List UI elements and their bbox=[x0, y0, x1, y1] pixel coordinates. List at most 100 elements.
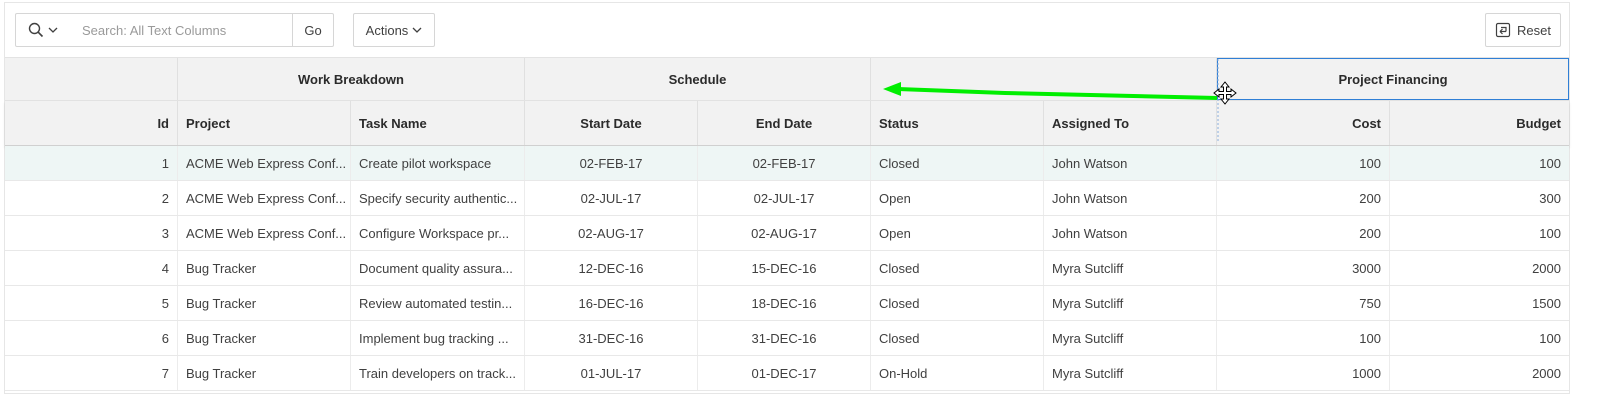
column-header-row: Id Project Task Name Start Date End Date… bbox=[5, 101, 1569, 146]
reset-button[interactable]: Reset bbox=[1485, 13, 1561, 47]
table-row[interactable]: 4 Bug Tracker Document quality assura... 12… bbox=[5, 251, 1569, 286]
column-header-cost[interactable]: Cost bbox=[1217, 101, 1390, 145]
column-header-start-date[interactable]: Start Date bbox=[525, 101, 698, 145]
cell-assigned-to: Myra Sutcliff bbox=[1044, 286, 1217, 320]
report-toolbar: Go Actions Reset bbox=[5, 3, 1569, 57]
table-row[interactable]: 3 ACME Web Express Conf... Configure Works… bbox=[5, 216, 1569, 251]
cell-end-date: 18-DEC-16 bbox=[698, 286, 871, 320]
cell-value: 3 bbox=[161, 225, 169, 241]
cell-value: 31-DEC-16 bbox=[578, 330, 644, 346]
cell-assigned-to: John Watson bbox=[1044, 181, 1217, 215]
cell-assigned-to: John Watson bbox=[1044, 216, 1217, 250]
cell-budget: 300 bbox=[1390, 181, 1569, 215]
column-header-label: Budget bbox=[1516, 115, 1561, 131]
cell-value: 100 bbox=[1359, 330, 1381, 346]
group-header-empty bbox=[5, 58, 178, 100]
cell-value: On-Hold bbox=[879, 365, 928, 381]
cell-value: 200 bbox=[1359, 225, 1381, 241]
column-header-status[interactable]: Status bbox=[871, 101, 1044, 145]
column-header-label: Status bbox=[879, 115, 919, 131]
cell-status: Open bbox=[871, 181, 1044, 215]
cell-status: Closed bbox=[871, 286, 1044, 320]
cell-budget: 100 bbox=[1390, 146, 1569, 180]
group-header-work-breakdown[interactable]: Work Breakdown bbox=[178, 58, 525, 100]
cell-start-date: 02-FEB-17 bbox=[525, 146, 698, 180]
cell-start-date: 16-DEC-16 bbox=[525, 286, 698, 320]
group-header-drop-target[interactable] bbox=[871, 58, 1217, 100]
table-row[interactable]: 1 ACME Web Express Conf... Create pilot wo… bbox=[5, 146, 1569, 181]
cell-value: 02-JUL-17 bbox=[580, 190, 642, 206]
cell-value: 12-DEC-16 bbox=[578, 260, 644, 276]
cell-value: 100 bbox=[1539, 225, 1561, 241]
cell-value: 1 bbox=[161, 155, 169, 171]
cell-value: 750 bbox=[1359, 295, 1381, 311]
cell-end-date: 02-JUL-17 bbox=[698, 181, 871, 215]
cell-budget: 100 bbox=[1390, 216, 1569, 250]
cell-value: Closed bbox=[879, 330, 920, 346]
cell-end-date: 31-DEC-16 bbox=[698, 321, 871, 355]
cell-cost: 200 bbox=[1217, 181, 1390, 215]
chevron-down-icon bbox=[48, 27, 58, 33]
cell-value: Myra Sutcliff bbox=[1052, 295, 1124, 311]
reset-button-label: Reset bbox=[1517, 22, 1551, 38]
group-header-schedule[interactable]: Schedule bbox=[525, 58, 871, 100]
cell-value: Implement bug tracking ... bbox=[359, 330, 509, 346]
cell-start-date: 12-DEC-16 bbox=[525, 251, 698, 285]
cell-assigned-to: Myra Sutcliff bbox=[1044, 356, 1217, 390]
column-header-project[interactable]: Project bbox=[178, 101, 351, 145]
cell-value: 5 bbox=[161, 295, 169, 311]
group-header-label: Work Breakdown bbox=[298, 71, 404, 87]
table-row[interactable]: 7 Bug Tracker Train developers on track...… bbox=[5, 356, 1569, 391]
table-row[interactable]: 5 Bug Tracker Review automated testin... 16… bbox=[5, 286, 1569, 321]
cell-value: Open bbox=[879, 225, 911, 241]
column-header-assigned-to[interactable]: Assigned To bbox=[1044, 101, 1217, 145]
cell-value: 15-DEC-16 bbox=[751, 260, 817, 276]
cell-value: John Watson bbox=[1052, 190, 1128, 206]
cell-project: Bug Tracker bbox=[178, 321, 351, 355]
column-header-label: Start Date bbox=[580, 115, 642, 131]
column-header-budget[interactable]: Budget bbox=[1390, 101, 1569, 145]
cell-value: 1000 bbox=[1352, 365, 1381, 381]
cell-cost: 100 bbox=[1217, 321, 1390, 355]
cell-value: Train developers on track... bbox=[359, 365, 517, 381]
column-header-label: Assigned To bbox=[1052, 115, 1130, 131]
cell-end-date: 02-AUG-17 bbox=[698, 216, 871, 250]
column-header-task-name[interactable]: Task Name bbox=[351, 101, 525, 145]
group-header-project-financing[interactable]: Project Financing bbox=[1217, 58, 1569, 100]
cell-value: 6 bbox=[161, 330, 169, 346]
report-body: 1 ACME Web Express Conf... Create pilot wo… bbox=[5, 146, 1569, 391]
column-group-header-row: Work Breakdown Schedule Project Financin… bbox=[5, 57, 1569, 101]
cell-project: Bug Tracker bbox=[178, 356, 351, 390]
column-header-id[interactable]: Id bbox=[5, 101, 178, 145]
cell-value: Myra Sutcliff bbox=[1052, 330, 1124, 346]
cell-cost: 3000 bbox=[1217, 251, 1390, 285]
cell-start-date: 31-DEC-16 bbox=[525, 321, 698, 355]
table-row[interactable]: 2 ACME Web Express Conf... Specify securit… bbox=[5, 181, 1569, 216]
search-input[interactable] bbox=[70, 13, 293, 47]
cell-project: ACME Web Express Conf... bbox=[178, 181, 351, 215]
cell-end-date: 15-DEC-16 bbox=[698, 251, 871, 285]
go-button-label: Go bbox=[304, 22, 322, 38]
cell-value: 2000 bbox=[1532, 260, 1561, 276]
cell-value: Open bbox=[879, 190, 911, 206]
cell-cost: 200 bbox=[1217, 216, 1390, 250]
cell-value: Bug Tracker bbox=[186, 295, 257, 311]
go-button[interactable]: Go bbox=[292, 13, 334, 47]
actions-menu-button[interactable]: Actions bbox=[353, 13, 435, 47]
column-header-label: Project bbox=[186, 115, 231, 131]
cell-cost: 750 bbox=[1217, 286, 1390, 320]
chevron-down-icon bbox=[412, 27, 422, 33]
column-header-end-date[interactable]: End Date bbox=[698, 101, 871, 145]
cell-cost: 1000 bbox=[1217, 356, 1390, 390]
cell-task-name: Document quality assura... bbox=[351, 251, 525, 285]
cell-value: 16-DEC-16 bbox=[578, 295, 644, 311]
search-column-menu-button[interactable] bbox=[15, 13, 71, 47]
cell-value: Configure Workspace pr... bbox=[359, 225, 510, 241]
cell-value: 100 bbox=[1539, 330, 1561, 346]
cell-budget: 2000 bbox=[1390, 251, 1569, 285]
cell-status: Closed bbox=[871, 251, 1044, 285]
cell-end-date: 01-DEC-17 bbox=[698, 356, 871, 390]
cell-value: Myra Sutcliff bbox=[1052, 260, 1124, 276]
table-row[interactable]: 6 Bug Tracker Implement bug tracking ... 31… bbox=[5, 321, 1569, 356]
cell-value: 200 bbox=[1359, 190, 1381, 206]
